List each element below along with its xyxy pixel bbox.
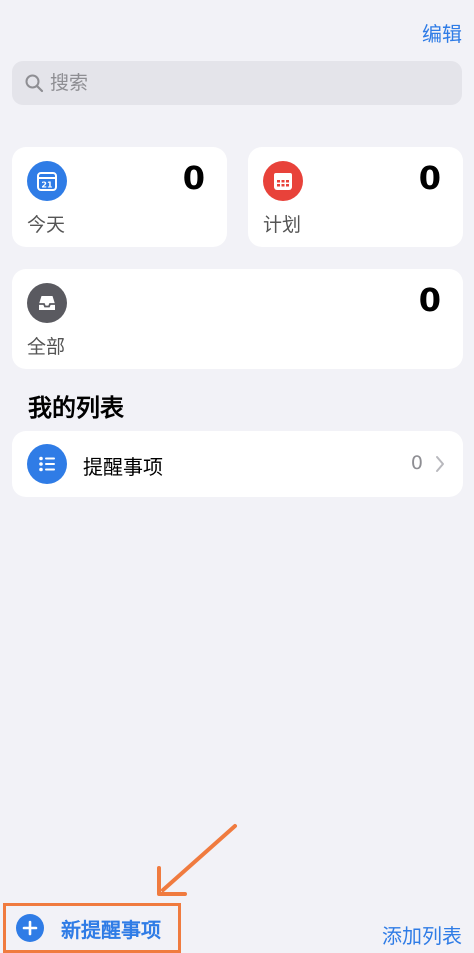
list-item-reminders[interactable]: 提醒事项 0 bbox=[12, 431, 463, 497]
all-label: 全部 bbox=[27, 336, 66, 358]
list-bullet-icon bbox=[27, 444, 67, 484]
search-bar[interactable] bbox=[12, 61, 462, 105]
smart-list-today[interactable]: 21 0 今天 bbox=[12, 147, 227, 247]
smart-list-scheduled[interactable]: 0 计划 bbox=[248, 147, 463, 247]
plus-circle-icon bbox=[16, 914, 44, 942]
edit-button[interactable]: 编辑 bbox=[422, 18, 462, 47]
my-lists-title: 我的列表 bbox=[28, 394, 124, 422]
list-item-label: 提醒事项 bbox=[83, 455, 163, 479]
new-reminder-button[interactable]: 新提醒事项 bbox=[3, 903, 181, 953]
annotation-arrow-icon bbox=[157, 824, 237, 896]
new-reminder-label: 新提醒事项 bbox=[61, 917, 161, 942]
add-list-button[interactable]: 添加列表 bbox=[382, 920, 462, 949]
scheduled-count: 0 bbox=[418, 159, 441, 197]
all-count: 0 bbox=[418, 281, 441, 319]
calendar-today-icon: 21 bbox=[27, 161, 67, 201]
list-item-count: 0 bbox=[410, 452, 423, 474]
tray-icon bbox=[27, 283, 67, 323]
today-label: 今天 bbox=[27, 214, 66, 236]
scheduled-label: 计划 bbox=[263, 214, 302, 236]
search-input[interactable] bbox=[50, 72, 430, 94]
smart-list-all[interactable]: 0 全部 bbox=[12, 269, 463, 369]
calendar-day-number: 21 bbox=[41, 181, 53, 190]
bottom-toolbar: 新提醒事项 添加列表 bbox=[0, 900, 474, 953]
today-count: 0 bbox=[182, 159, 205, 197]
calendar-scheduled-icon bbox=[263, 161, 303, 201]
search-icon bbox=[25, 74, 44, 93]
chevron-right-icon bbox=[436, 456, 444, 472]
